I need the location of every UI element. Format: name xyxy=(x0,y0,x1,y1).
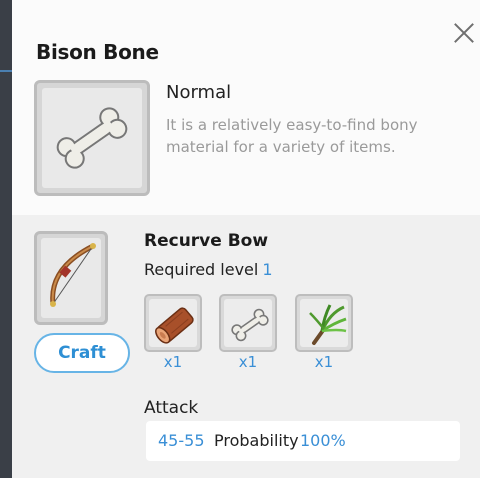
item-icon-frame xyxy=(34,80,150,196)
item-rarity: Normal xyxy=(166,82,232,103)
material-qty: x1 xyxy=(238,353,258,371)
material-slot[interactable]: x1 xyxy=(144,294,202,371)
item-description: It is a relatively easy-to-find bony mat… xyxy=(166,116,418,156)
required-level: Required level 1 xyxy=(144,260,273,279)
bow-icon xyxy=(50,243,96,307)
stat-row: 45-55 Probability 100% xyxy=(146,421,460,461)
herb-icon xyxy=(309,304,347,345)
material-qty: x1 xyxy=(163,353,183,371)
required-level-label: Required level xyxy=(144,260,259,279)
close-icon[interactable] xyxy=(453,22,475,44)
probability-value: 100% xyxy=(300,431,346,450)
recipe-icon-frame[interactable] xyxy=(34,231,108,327)
material-slot[interactable]: x1 xyxy=(295,294,353,371)
required-level-value: 1 xyxy=(262,260,273,279)
log-icon xyxy=(155,307,194,344)
probability-label: Probability xyxy=(214,431,299,450)
bone-icon xyxy=(231,308,269,342)
stat-title: Attack xyxy=(144,398,199,418)
material-qty: x1 xyxy=(314,353,334,371)
material-slot[interactable]: x1 xyxy=(219,294,277,371)
crafting-section: Recurve Bow Required level 1 Craft x1 x1… xyxy=(12,215,480,478)
recipe-name: Recurve Bow xyxy=(144,231,269,251)
attack-range: 45-55 xyxy=(158,431,205,450)
item-title: Bison Bone xyxy=(36,40,159,64)
craft-button[interactable]: Craft xyxy=(34,333,130,373)
background-window xyxy=(0,0,12,478)
background-divider xyxy=(0,70,12,72)
bone-icon xyxy=(56,107,128,169)
